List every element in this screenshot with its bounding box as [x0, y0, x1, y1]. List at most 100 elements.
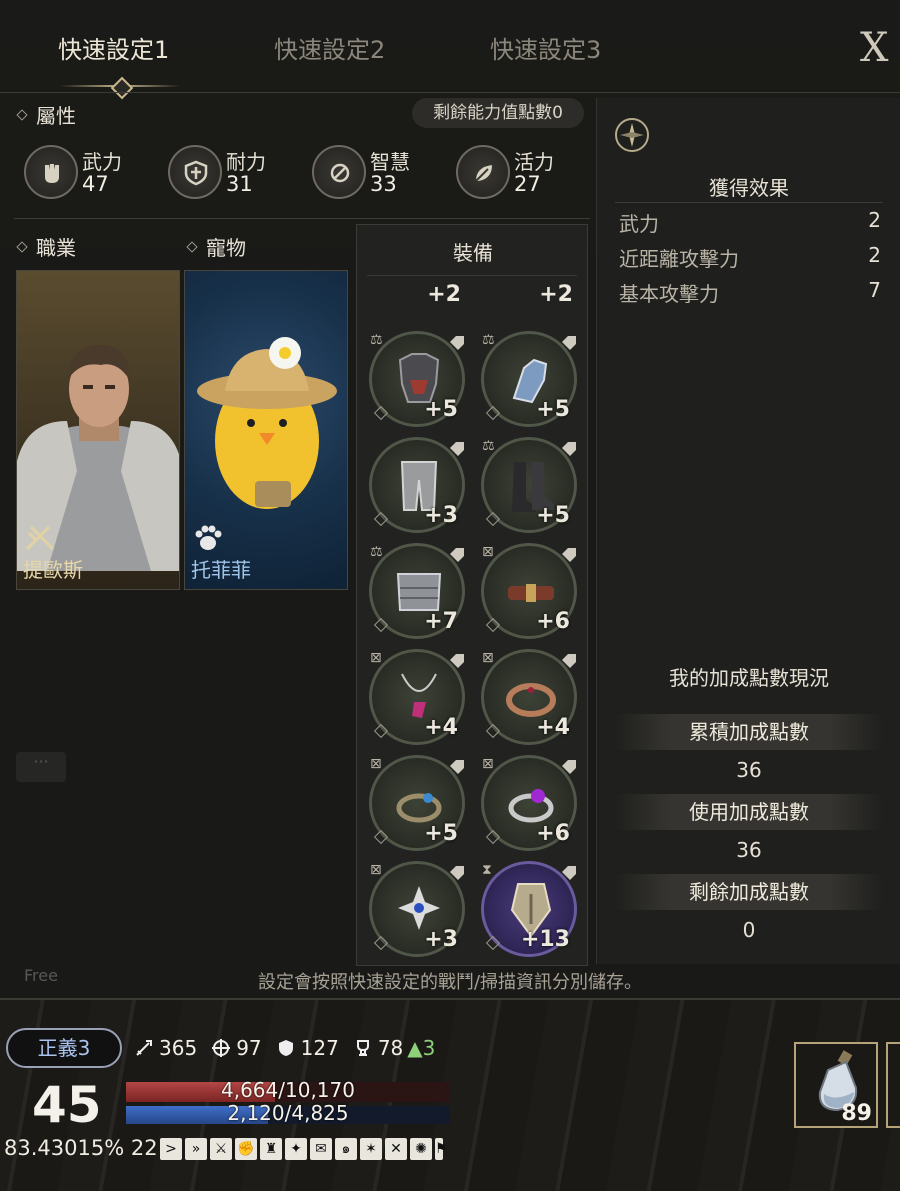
buff-wing-icon[interactable]: » — [185, 1138, 207, 1160]
equip-slot-cloak[interactable]: ⚖ +7 — [369, 543, 465, 639]
socket-diamond-icon — [485, 935, 501, 951]
defense-value: 127 — [300, 1036, 339, 1060]
equip-slot-pants[interactable]: +3 — [369, 437, 465, 533]
quick-settings-panel: 快速設定1 快速設定2 快速設定3 X 屬性 剩餘能力值點數0 武力 47 耐力… — [0, 0, 900, 1000]
enhance-level: +5 — [424, 821, 458, 846]
potion-count: 89 — [841, 1101, 872, 1126]
combat-stats: 365 97 127 78 ▲3 — [134, 1034, 449, 1062]
hp-bar: 4,664/10,170 — [126, 1078, 450, 1102]
enhance-level: +3 — [424, 927, 458, 952]
tag-icon — [560, 334, 578, 352]
job-title: 職業 — [36, 236, 76, 260]
trophy-increase: ▲3 — [407, 1036, 436, 1060]
buff-fist-icon[interactable]: ✊ — [235, 1138, 257, 1160]
buff-cross-icon[interactable]: ✕ — [385, 1138, 407, 1160]
buff-arrow-icon[interactable]: > — [160, 1138, 182, 1160]
equip-slot-bracelet[interactable]: ⊠ +4 — [481, 649, 577, 745]
next-quick-slot[interactable] — [886, 1042, 900, 1128]
bonus-status-title: 我的加成點數現況 — [669, 666, 829, 690]
pet-portrait — [197, 337, 337, 509]
pet-card[interactable]: 托菲菲 — [184, 270, 348, 590]
compass-icon — [615, 118, 649, 152]
equip-slot-armor[interactable]: ⚖ +5 — [369, 331, 465, 427]
attack-stat: 365 — [134, 1036, 197, 1060]
tab-quick-setting-1[interactable]: 快速設定1 — [58, 30, 169, 65]
equip-slot-boots[interactable]: ⚖ +5 — [481, 437, 577, 533]
socket-diamond-icon — [485, 617, 501, 633]
equipment-title: 裝備 — [453, 241, 493, 265]
equip-slot-necklace[interactable]: ⊠ +4 — [369, 649, 465, 745]
buff-gear-icon[interactable]: ✺ — [410, 1138, 432, 1160]
enhance-level: +4 — [424, 715, 458, 740]
equip-slot-weapon[interactable]: +2 — [369, 277, 465, 307]
tag-icon — [560, 546, 578, 564]
enhance-level: +6 — [536, 609, 570, 634]
lock-icon: ⊠ — [482, 650, 494, 666]
equip-slot-belt[interactable]: ⊠ +6 — [481, 543, 577, 639]
rank-badge[interactable]: 正義3 — [6, 1028, 122, 1068]
enhance-level: +4 — [536, 715, 570, 740]
potion-quick-slot[interactable]: 89 — [794, 1042, 878, 1128]
enhance-level: +2 — [539, 282, 573, 307]
stat-strength[interactable]: 武力 47 — [24, 140, 164, 200]
effects-panel: 獲得效果 武力 2 近距離攻擊力 2 基本攻擊力 7 我的加成點數現況 累積加成… — [596, 98, 900, 964]
effect-row: 武力 2 — [619, 208, 881, 242]
buff-claw-icon[interactable]: ⚔ — [210, 1138, 232, 1160]
equip-slot-helmet[interactable]: +2 — [481, 277, 577, 307]
shield-icon — [278, 1040, 293, 1056]
mp-bar: 2,120/4,825 — [126, 1101, 450, 1125]
effect-row: 近距離攻擊力 2 — [619, 243, 881, 277]
enhance-level: +5 — [536, 397, 570, 422]
effect-value: 2 — [868, 208, 881, 232]
stat-wisdom[interactable]: 智慧 33 — [312, 140, 452, 200]
equip-slot-ring2[interactable]: ⊠ +6 — [481, 755, 577, 851]
tab-quick-setting-2[interactable]: 快速設定2 — [274, 30, 385, 65]
buff-star-icon[interactable]: ✶ — [360, 1138, 382, 1160]
buff-scroll-icon[interactable]: ✉ — [310, 1138, 332, 1160]
equip-slot-gauntlet[interactable]: ⚖ +5 — [481, 331, 577, 427]
buff-count: 22 — [130, 1136, 158, 1160]
lock-icon: ⊠ — [482, 756, 494, 772]
buff-flag-icon[interactable]: ⚑ — [435, 1138, 448, 1160]
close-button[interactable]: X — [860, 28, 900, 68]
socket-diamond-icon — [373, 405, 389, 421]
chat-button[interactable]: ··· — [16, 752, 66, 782]
job-card[interactable]: 提歐斯 — [16, 270, 180, 590]
exp-percent: 83.43015% — [4, 1136, 125, 1160]
stat-label: 智慧 — [370, 150, 410, 174]
active-tab-indicator — [60, 80, 180, 92]
effects-divider — [615, 202, 883, 203]
stat-label: 活力 — [514, 150, 554, 174]
buff-cup-icon[interactable]: ♜ — [260, 1138, 282, 1160]
defense-stat: 127 — [276, 1036, 339, 1060]
attributes-header: 屬性 — [16, 100, 76, 129]
remaining-points-badge: 剩餘能力值點數0 — [412, 98, 584, 128]
equip-slot-crest[interactable]: ⧗ +13 — [481, 861, 577, 957]
equip-slot-emblem[interactable]: ⊠ +3 — [369, 861, 465, 957]
pet-title: 寵物 — [206, 236, 246, 260]
tag-icon — [448, 652, 466, 670]
trophy-stat: 78 ▲3 — [353, 1036, 436, 1060]
job-name: 提歐斯 — [23, 558, 83, 582]
fist-icon — [24, 145, 78, 199]
used-bonus-label: 使用加成點數 — [615, 794, 883, 830]
enhance-level: +5 — [424, 397, 458, 422]
equip-slot-ring[interactable]: ⊠ +5 — [369, 755, 465, 851]
tab-quick-setting-3[interactable]: 快速設定3 — [490, 30, 601, 65]
effect-name: 近距離攻擊力 — [619, 247, 739, 271]
diamond-icon — [186, 240, 198, 253]
stat-vitality[interactable]: 活力 27 — [456, 140, 596, 200]
pet-header: 寵物 — [186, 232, 246, 261]
stat-label: 武力 — [82, 150, 122, 174]
leaf-icon — [456, 145, 510, 199]
equipment-panel: 裝備 +2 +2 ⚖ +5 ⚖ +5 +3 ⚖ +5 ⚖ +7 ⊠ +6 ⊠ +4 ⊠ +4 ⊠ +5 ⊠ +6 ⊠ +… — [356, 224, 588, 966]
socket-diamond-icon — [485, 829, 501, 845]
tab-bar: 快速設定1 快速設定2 快速設定3 — [0, 0, 860, 92]
stat-endurance[interactable]: 耐力 31 — [168, 140, 308, 200]
buff-swirl-icon[interactable]: ๑ — [335, 1138, 357, 1160]
hourglass-icon: ⧗ — [482, 862, 492, 878]
buff-dog-icon[interactable]: ✦ — [285, 1138, 307, 1160]
socket-diamond-icon — [485, 511, 501, 527]
equipment-title-divider — [367, 275, 577, 276]
socket-diamond-icon — [373, 829, 389, 845]
